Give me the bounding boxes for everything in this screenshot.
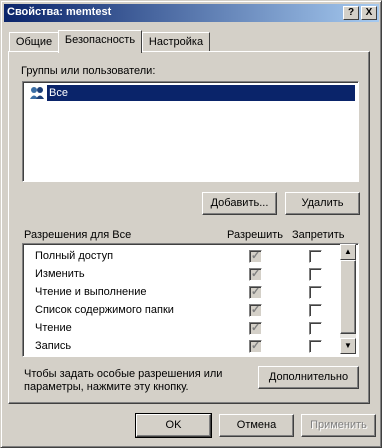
permissions-label: Разрешения для Все — [24, 229, 132, 241]
permission-name: Запись — [35, 340, 72, 352]
permission-name: Полный доступ — [35, 250, 114, 262]
permission-name: Список содержимого папки — [35, 304, 174, 316]
tab-general-label: Общие — [15, 36, 53, 48]
tab-security[interactable]: Безопасность — [58, 30, 142, 53]
allow-checkbox[interactable]: ✓ — [249, 304, 262, 317]
check-icon: ✓ — [251, 268, 261, 280]
deny-checkbox[interactable] — [309, 286, 322, 299]
deny-column-header: Запретить — [292, 229, 345, 241]
advanced-button-label: Дополнительно — [268, 371, 349, 383]
check-icon: ✓ — [251, 250, 261, 262]
window-title: Свойства: memtest — [7, 6, 112, 18]
deny-checkbox[interactable] — [309, 340, 322, 353]
table-row: Изменить ✓ — [23, 266, 341, 284]
tab-general[interactable]: Общие — [9, 32, 59, 52]
tab-settings[interactable]: Настройка — [142, 32, 210, 52]
cancel-button[interactable]: Отмена — [219, 414, 294, 437]
add-button[interactable]: Добавить... — [202, 192, 277, 215]
help-button[interactable]: ? — [343, 6, 359, 20]
permissions-scrollbar[interactable]: ▲ ▼ — [340, 244, 356, 354]
permission-name: Чтение — [35, 322, 72, 334]
remove-button-label: Удалить — [301, 197, 344, 209]
help-icon: ? — [347, 7, 355, 18]
table-row: Чтение ✓ — [23, 320, 341, 338]
advanced-hint: Чтобы задать особые разрешения или парам… — [24, 368, 222, 394]
scroll-down-button[interactable]: ▼ — [340, 338, 356, 354]
allow-checkbox[interactable]: ✓ — [249, 286, 262, 299]
cancel-button-label: Отмена — [236, 419, 277, 431]
check-icon: ✓ — [251, 340, 261, 352]
allow-checkbox[interactable]: ✓ — [249, 250, 262, 263]
deny-checkbox[interactable] — [309, 250, 322, 263]
allow-column-header: Разрешить — [227, 229, 283, 241]
ok-button[interactable]: OK — [135, 413, 212, 438]
advanced-hint-line2: параметры, нажмите эту кнопку. — [24, 381, 189, 393]
title-bar[interactable]: Свойства: memtest ? X — [4, 4, 379, 22]
advanced-hint-line1: Чтобы задать особые разрешения или — [24, 368, 223, 380]
scroll-thumb[interactable] — [340, 260, 356, 334]
remove-button[interactable]: Удалить — [285, 192, 360, 215]
allow-checkbox[interactable]: ✓ — [249, 322, 262, 335]
permissions-list[interactable]: Полный доступ ✓ Изменить ✓ Чтение и выпо… — [22, 243, 359, 357]
arrow-up-icon: ▲ — [344, 247, 352, 256]
scroll-up-button[interactable]: ▲ — [340, 244, 356, 260]
permission-name: Изменить — [35, 268, 85, 280]
list-item[interactable]: Все — [27, 85, 355, 101]
allow-checkbox[interactable]: ✓ — [249, 340, 262, 353]
users-group-icon — [29, 86, 45, 100]
close-button[interactable]: X — [361, 6, 377, 20]
tab-settings-label: Настройка — [148, 36, 204, 48]
check-icon: ✓ — [251, 304, 261, 316]
deny-checkbox[interactable] — [309, 322, 322, 335]
apply-button[interactable]: Применить — [301, 414, 376, 437]
table-row: Запись ✓ — [23, 338, 341, 356]
tab-security-label: Безопасность — [64, 34, 136, 46]
add-button-label: Добавить... — [210, 197, 269, 209]
table-row: Чтение и выполнение ✓ — [23, 284, 341, 302]
security-panel: Группы или пользователи: Все Добавить...… — [8, 51, 370, 404]
deny-checkbox[interactable] — [309, 304, 322, 317]
ok-button-label: OK — [165, 419, 182, 431]
check-icon: ✓ — [251, 286, 261, 298]
table-row: Список содержимого папки ✓ — [23, 302, 341, 320]
table-row: Полный доступ ✓ — [23, 248, 341, 266]
check-icon: ✓ — [251, 322, 261, 334]
apply-button-label: Применить — [310, 419, 367, 431]
group-item-label: Все — [47, 85, 355, 101]
advanced-button[interactable]: Дополнительно — [258, 366, 359, 389]
deny-checkbox[interactable] — [309, 268, 322, 281]
properties-dialog: Свойства: memtest ? X Общие Безопасность… — [0, 0, 382, 448]
groups-label: Группы или пользователи: — [21, 65, 156, 77]
arrow-down-icon: ▼ — [344, 341, 352, 350]
permission-name: Чтение и выполнение — [35, 286, 147, 298]
groups-list[interactable]: Все — [22, 81, 359, 182]
allow-checkbox[interactable]: ✓ — [249, 268, 262, 281]
close-icon: X — [365, 7, 373, 18]
